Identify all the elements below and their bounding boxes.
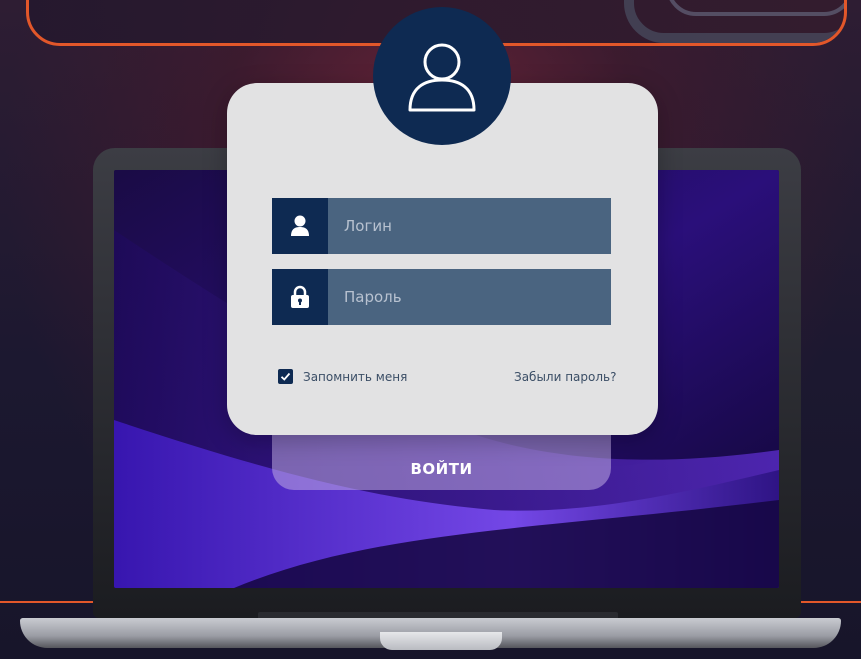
- lock-icon: [291, 285, 309, 308]
- forgot-password-link[interactable]: Забыли пароль?: [514, 370, 616, 384]
- password-field-icon-box: [272, 269, 328, 325]
- checkmark-icon: [280, 372, 291, 381]
- remember-checkbox[interactable]: [278, 369, 293, 384]
- banner-decoration-inner: [666, 0, 844, 16]
- password-input[interactable]: [328, 269, 611, 325]
- user-avatar-icon: [408, 43, 476, 112]
- login-field-icon-box: [272, 198, 328, 254]
- remember-me[interactable]: Запомнить меня: [278, 369, 407, 384]
- avatar: [373, 7, 511, 145]
- login-input[interactable]: [328, 198, 611, 254]
- login-field: [272, 198, 611, 254]
- password-field: [272, 269, 611, 325]
- laptop-notch: [380, 632, 502, 650]
- remember-label: Запомнить меня: [303, 369, 408, 384]
- user-icon: [291, 215, 309, 236]
